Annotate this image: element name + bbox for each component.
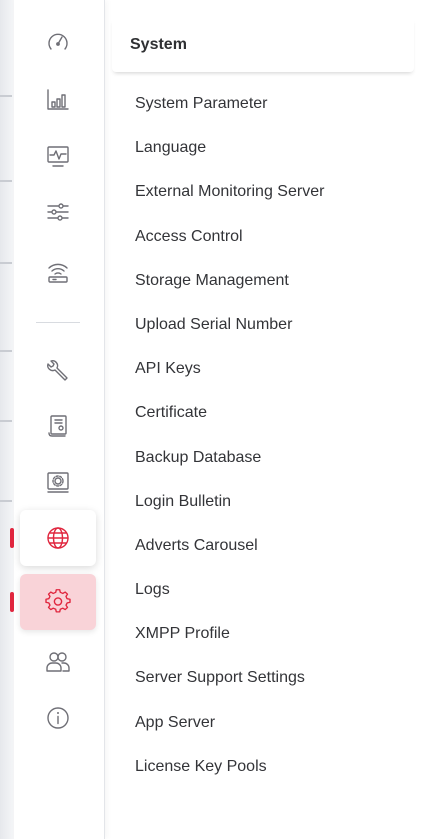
background-tick (0, 350, 12, 352)
menu-item-app-server[interactable]: App Server (135, 701, 324, 745)
background-tick (0, 262, 12, 264)
menu-item-backup-database[interactable]: Backup Database (135, 436, 324, 480)
rail-item-report[interactable] (20, 398, 96, 454)
rail-item-router[interactable] (20, 244, 96, 300)
rail-item-users[interactable] (20, 634, 96, 690)
menu-item-language[interactable]: Language (135, 126, 324, 170)
menu-item-login-bulletin[interactable]: Login Bulletin (135, 480, 324, 524)
gear-icon (45, 589, 71, 613)
tools-icon (47, 360, 68, 381)
menu-item-server-support-settings[interactable]: Server Support Settings (135, 656, 324, 700)
menu-item-system-parameter[interactable]: System Parameter (135, 82, 324, 126)
info-icon (47, 707, 69, 729)
rail-item-dashboard[interactable] (20, 14, 96, 70)
menu-item-logs[interactable]: Logs (135, 568, 324, 612)
menu-item-upload-serial-number[interactable]: Upload Serial Number (135, 303, 324, 347)
settings-sliders-icon (47, 203, 69, 221)
rail-item-system[interactable] (10, 574, 96, 630)
rail-divider (36, 322, 80, 323)
menu-item-adverts-carousel[interactable]: Adverts Carousel (135, 524, 324, 568)
menu-item-api-keys[interactable]: API Keys (135, 347, 324, 391)
menu-item-external-monitoring-server[interactable]: External Monitoring Server (135, 170, 324, 214)
active-marker (10, 592, 14, 612)
globe-icon (47, 527, 69, 549)
submenu-list: System Parameter Language External Monit… (135, 82, 324, 789)
active-marker (10, 528, 14, 548)
menu-item-access-control[interactable]: Access Control (135, 215, 324, 259)
background-tick (0, 180, 12, 182)
rail-item-info[interactable] (20, 690, 96, 746)
device-config-icon (47, 472, 69, 493)
menu-item-license-key-pools[interactable]: License Key Pools (135, 745, 324, 789)
users-icon (46, 652, 70, 672)
rail-item-statistics[interactable] (20, 72, 96, 128)
dashboard-icon (48, 33, 68, 50)
rail-item-globe[interactable] (10, 510, 96, 566)
submenu-title: System (130, 36, 187, 53)
menu-item-storage-management[interactable]: Storage Management (135, 259, 324, 303)
menu-item-xmpp-profile[interactable]: XMPP Profile (135, 612, 324, 656)
menu-item-certificate[interactable]: Certificate (135, 391, 324, 435)
rail-item-device-config[interactable] (20, 454, 96, 510)
monitor-icon (47, 146, 69, 167)
background-tick (0, 95, 12, 97)
submenu-header: System (112, 18, 414, 72)
rail-item-monitor[interactable] (20, 128, 96, 184)
rail-item-settings-sliders[interactable] (20, 184, 96, 240)
rail-item-tools[interactable] (20, 342, 96, 398)
report-icon (48, 415, 67, 437)
statistics-icon (47, 89, 69, 110)
background-tick (0, 500, 12, 502)
router-icon (48, 263, 68, 283)
background-tick (0, 420, 12, 422)
icon-sidebar (10, 0, 105, 839)
